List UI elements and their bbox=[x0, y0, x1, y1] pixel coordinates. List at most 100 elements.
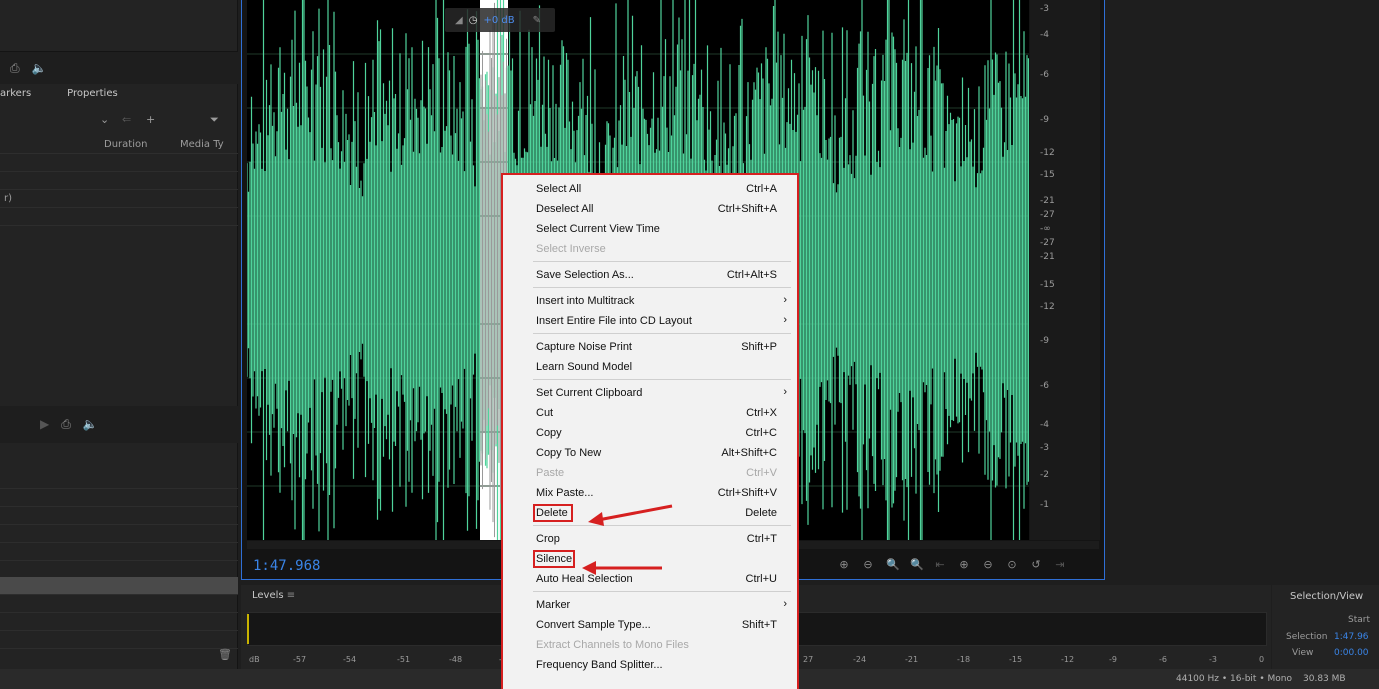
ruler-label: -21 bbox=[1040, 196, 1055, 206]
menu-item-select-current-view-time[interactable]: Select Current View Time bbox=[503, 219, 797, 239]
zoom-right-icon[interactable]: ⇥ bbox=[1054, 558, 1066, 571]
file-row[interactable] bbox=[0, 154, 238, 172]
levels-scale-label: -6 bbox=[1159, 655, 1167, 664]
pin-icon[interactable]: ✎ bbox=[533, 15, 541, 26]
file-column-headers: Duration Media Ty bbox=[0, 136, 238, 154]
trash-icon[interactable]: 🗑 bbox=[218, 648, 232, 661]
menu-item-shortcut: Ctrl+U bbox=[745, 573, 777, 585]
menu-icon[interactable]: ≡ bbox=[287, 590, 295, 601]
menu-item-shortcut: Ctrl+Alt+S bbox=[726, 269, 777, 281]
menu-item-cut[interactable]: Cut Ctrl+X bbox=[503, 403, 797, 423]
tab-properties[interactable]: Properties bbox=[67, 88, 118, 106]
chevron-down-icon[interactable]: ⌄ bbox=[100, 113, 109, 126]
left-top-panel bbox=[0, 0, 238, 52]
menu-item-copy[interactable]: Copy Ctrl+C bbox=[503, 423, 797, 443]
selection-start-value[interactable]: 1:47.96 bbox=[1334, 632, 1369, 642]
export-icon[interactable]: ⎙ bbox=[61, 417, 71, 432]
selection-view-panel: Selection/View Start Selection 1:47.96 V… bbox=[1272, 585, 1379, 669]
menu-separator bbox=[533, 333, 791, 334]
zoom-in-amplitude-icon[interactable]: ⊕ bbox=[838, 558, 850, 571]
menu-item-select-inverse[interactable]: Select Inverse bbox=[503, 239, 797, 259]
list-item[interactable] bbox=[0, 525, 238, 543]
menu-item-crop[interactable]: Crop Ctrl+T bbox=[503, 529, 797, 549]
zoom-in-time-icon[interactable]: ⊕ bbox=[958, 558, 970, 571]
file-row[interactable]: r) bbox=[0, 190, 238, 208]
list-item[interactable] bbox=[0, 631, 238, 649]
list-item[interactable] bbox=[0, 471, 238, 489]
duration-header[interactable]: Duration bbox=[104, 139, 147, 150]
view-start-value[interactable]: 0:00.00 bbox=[1334, 648, 1369, 658]
fade-icon[interactable]: ◢ bbox=[455, 15, 463, 26]
menu-item-shortcut: Ctrl+Shift+V bbox=[717, 487, 777, 499]
chevron-right-icon: › bbox=[783, 598, 787, 610]
sample-format: 44100 Hz • 16-bit • Mono bbox=[1176, 674, 1292, 684]
levels-scale-label: -51 bbox=[397, 655, 411, 664]
back-icon[interactable]: ⇐ bbox=[122, 113, 131, 126]
levels-scale-label: -18 bbox=[957, 655, 971, 664]
menu-item-save-selection-as[interactable]: Save Selection As... Ctrl+Alt+S bbox=[503, 265, 797, 285]
menu-item-set-current-clipboard[interactable]: Set Current Clipboard › bbox=[503, 383, 797, 403]
menu-item-capture-noise-print[interactable]: Capture Noise Print Shift+P bbox=[503, 337, 797, 357]
menu-item-label: Marker bbox=[536, 599, 571, 611]
list-item[interactable] bbox=[0, 613, 238, 631]
menu-item-label: Set Current Clipboard bbox=[536, 387, 643, 399]
file-size: 30.83 MB bbox=[1303, 674, 1346, 684]
speaker-icon[interactable]: 🔈 bbox=[32, 61, 47, 75]
menu-item-extract-channels-to-mono-files[interactable]: Extract Channels to Mono Files bbox=[503, 635, 797, 655]
ruler-label: -27 bbox=[1040, 210, 1055, 220]
context-menu: Select All Ctrl+A Deselect All Ctrl+Shift+A… bbox=[503, 175, 797, 689]
list-item[interactable] bbox=[0, 595, 238, 613]
history-panel: 🗑 bbox=[0, 443, 238, 669]
menu-item-marker[interactable]: Marker › bbox=[503, 595, 797, 615]
list-item[interactable] bbox=[0, 543, 238, 561]
menu-item-label: Copy To New bbox=[536, 447, 602, 459]
selection-label: Selection bbox=[1286, 632, 1328, 642]
zoom-reset-icon[interactable]: ↺ bbox=[1030, 558, 1042, 571]
files-toolbar: ⌄ ⇐ + ⏷ bbox=[0, 110, 238, 130]
levels-scale-label: -9 bbox=[1109, 655, 1117, 664]
zoom-selection-icon[interactable]: 🔍 bbox=[910, 558, 924, 571]
menu-item-label: Save Selection As... bbox=[536, 269, 634, 281]
menu-item-learn-sound-model[interactable]: Learn Sound Model bbox=[503, 357, 797, 377]
menu-item-paste[interactable]: Paste Ctrl+V bbox=[503, 463, 797, 483]
menu-item-label: Copy bbox=[536, 427, 562, 439]
media-type-header[interactable]: Media Ty bbox=[180, 139, 224, 150]
levels-scale-label: -54 bbox=[343, 655, 357, 664]
list-item-selected[interactable] bbox=[0, 577, 238, 595]
zoom-out-time-icon[interactable]: ⊖ bbox=[982, 558, 994, 571]
menu-item-insert-entire-file-into-cd-layout[interactable]: Insert Entire File into CD Layout › bbox=[503, 311, 797, 331]
zoom-in-icon[interactable]: 🔍 bbox=[886, 558, 900, 571]
zoom-left-icon[interactable]: ⇤ bbox=[934, 558, 946, 571]
add-icon[interactable]: + bbox=[146, 113, 155, 126]
menu-item-select-all[interactable]: Select All Ctrl+A bbox=[503, 179, 797, 199]
export-icon[interactable]: ⎙ bbox=[10, 61, 20, 76]
ruler-label: -21 bbox=[1040, 252, 1055, 262]
menu-item-label: Cut bbox=[536, 407, 554, 419]
menu-item-label: Capture Noise Print bbox=[536, 341, 632, 353]
play-icon[interactable]: ▶ bbox=[40, 417, 49, 431]
files-panel bbox=[0, 84, 238, 406]
menu-separator bbox=[533, 261, 791, 262]
file-row[interactable] bbox=[0, 208, 238, 226]
levels-title-text: Levels bbox=[252, 590, 284, 601]
menu-item-copy-to-new[interactable]: Copy To New Alt+Shift+C bbox=[503, 443, 797, 463]
levels-scale-label: 27 bbox=[803, 655, 814, 664]
menu-item-deselect-all[interactable]: Deselect All Ctrl+Shift+A bbox=[503, 199, 797, 219]
selection-view-title: Selection/View bbox=[1290, 591, 1364, 602]
menu-item-convert-sample-type[interactable]: Convert Sample Type... Shift+T bbox=[503, 615, 797, 635]
list-item[interactable] bbox=[0, 489, 238, 507]
gain-knob-icon[interactable]: ◷ bbox=[469, 15, 478, 26]
speaker-icon[interactable]: 🔈 bbox=[83, 417, 98, 431]
file-row[interactable] bbox=[0, 172, 238, 190]
annotation-arrow-delete bbox=[588, 504, 673, 526]
menu-item-frequency-band-splitter[interactable]: Frequency Band Splitter... bbox=[503, 655, 797, 675]
zoom-full-icon[interactable]: ⊙ bbox=[1006, 558, 1018, 571]
menu-item-insert-into-multitrack[interactable]: Insert into Multitrack › bbox=[503, 291, 797, 311]
zoom-out-amplitude-icon[interactable]: ⊖ bbox=[862, 558, 874, 571]
gain-hud[interactable]: ◢ ◷ +0 dB ✎ bbox=[445, 8, 555, 32]
tab-markers[interactable]: arkers bbox=[0, 88, 31, 106]
filter-icon[interactable]: ⏷ bbox=[210, 113, 219, 127]
panel-tabs: arkers Properties bbox=[0, 88, 118, 106]
list-item[interactable] bbox=[0, 507, 238, 525]
menu-item-shortcut: Shift+P bbox=[741, 341, 777, 353]
